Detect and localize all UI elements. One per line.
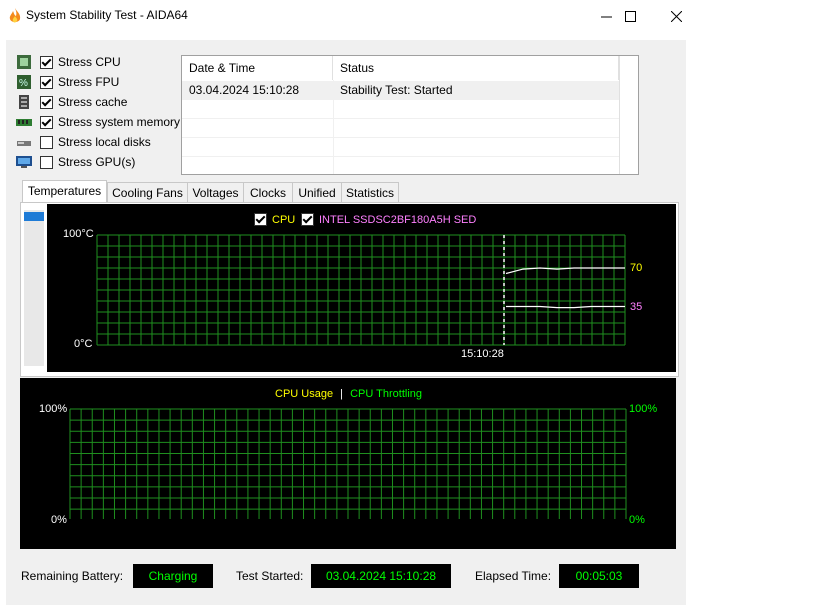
tab-temperatures[interactable]: Temperatures [22, 180, 107, 204]
option-stress-cpu[interactable]: Stress CPU [16, 53, 121, 71]
event-log-list[interactable]: Date & Time Status 03.04.2024 15:10:28 S… [181, 55, 639, 175]
cpu-usage-grid [69, 408, 627, 519]
elapsed-time-label: Elapsed Time: [475, 569, 552, 583]
legend-cpu-label: CPU [272, 213, 296, 226]
right-axis-min-label: 0% [629, 514, 645, 526]
option-stress-fpu[interactable]: % Stress FPU [16, 73, 119, 91]
svg-text:%: % [19, 78, 28, 89]
legend-cpu-usage: CPU Usage [275, 388, 334, 400]
option-label: Stress local disks [58, 135, 151, 149]
memory-icon [16, 119, 32, 126]
window-title: System Stability Test - AIDA64 [26, 8, 188, 22]
temperature-chart-canvas [96, 234, 626, 346]
option-label: Stress system memory [58, 115, 181, 129]
row-divider [182, 156, 619, 157]
maximize-button[interactable] [607, 0, 653, 32]
legend-cpu[interactable]: CPU [254, 213, 295, 226]
disk-icon [17, 141, 31, 146]
x-axis-time-label: 15:10:28 [461, 348, 504, 360]
stress-gpu-checkbox[interactable] [40, 155, 53, 169]
option-stress-cache[interactable]: Stress cache [16, 93, 127, 111]
stress-disks-checkbox[interactable] [40, 135, 53, 149]
usage-legend: CPU Usage | CPU Throttling [275, 388, 422, 400]
column-divider [333, 80, 334, 174]
cpu-value-label: 70 [630, 262, 643, 274]
sensor-scrollbar[interactable] [24, 210, 44, 366]
log-scrollbar[interactable] [619, 56, 638, 174]
tab-cooling-fans[interactable]: Cooling Fans [107, 182, 188, 204]
series-line-cpu [505, 267, 625, 275]
title-bar: System Stability Test - AIDA64 [0, 0, 686, 32]
option-stress-memory[interactable]: Stress system memory [16, 113, 180, 131]
temperature-grid [96, 234, 626, 346]
tab-unified[interactable]: Unified [292, 182, 342, 204]
tab-clocks[interactable]: Clocks [243, 182, 293, 204]
maximize-icon [624, 10, 636, 22]
gpu-icon [16, 156, 32, 168]
sensor-scroll-thumb[interactable] [24, 212, 44, 221]
cpu-usage-chart: CPU Usage | CPU Throttling 100% 0% 100% … [20, 378, 676, 549]
legend-cpu-throttling: CPU Throttling [350, 388, 422, 400]
right-axis-max-label: 100% [629, 403, 658, 415]
stress-fpu-checkbox[interactable] [40, 75, 53, 89]
temperature-chart: CPU INTEL SSDSC2BF180A5H SED 100°C 0°C 1… [47, 204, 676, 372]
tab-statistics[interactable]: Statistics [341, 182, 399, 204]
left-axis-max-label: 100% [39, 403, 68, 415]
table-row[interactable]: 03.04.2024 15:10:28 Stability Test: Star… [182, 81, 619, 100]
legend-cpu-checkbox[interactable] [254, 213, 267, 226]
legend-ssd-label: INTEL SSDSC2BF180A5H SED [319, 213, 477, 226]
elapsed-time-value: 00:05:03 [559, 564, 639, 588]
battery-value: Charging [133, 564, 213, 588]
series-line-ssd [506, 305, 625, 309]
option-stress-gpu[interactable]: Stress GPU(s) [16, 153, 135, 171]
tab-voltages[interactable]: Voltages [187, 182, 244, 204]
ssd-value-label: 35 [630, 301, 643, 313]
option-label: Stress cache [58, 95, 128, 109]
stress-cache-checkbox[interactable] [40, 95, 53, 109]
close-icon [670, 10, 682, 22]
stress-memory-checkbox[interactable] [40, 115, 53, 129]
option-label: Stress FPU [58, 75, 120, 89]
option-stress-disks[interactable]: Stress local disks [16, 133, 151, 151]
aida64-flame-icon [9, 8, 21, 23]
cpu-icon [17, 55, 31, 69]
y-axis-max-label: 100°C [63, 228, 94, 240]
option-label: Stress GPU(s) [58, 155, 136, 169]
column-header-status[interactable]: Status [333, 56, 619, 80]
option-label: Stress CPU [58, 55, 121, 69]
row-status: Stability Test: Started [340, 83, 453, 97]
fpu-icon: % [17, 75, 31, 89]
legend-separator: | [340, 388, 343, 400]
cpu-usage-chart-canvas [69, 408, 627, 519]
cache-icon [19, 95, 29, 109]
battery-label: Remaining Battery: [21, 569, 124, 583]
left-axis-min-label: 0% [51, 514, 67, 526]
y-axis-min-label: 0°C [74, 338, 93, 350]
legend-ssd[interactable]: INTEL SSDSC2BF180A5H SED [301, 213, 476, 226]
close-button[interactable] [653, 0, 699, 32]
column-header-datetime[interactable]: Date & Time [182, 56, 333, 80]
test-started-label: Test Started: [236, 569, 304, 583]
row-divider [182, 137, 619, 138]
test-started-value: 03.04.2024 15:10:28 [311, 564, 451, 588]
row-datetime: 03.04.2024 15:10:28 [189, 83, 300, 97]
legend-ssd-checkbox[interactable] [301, 213, 314, 226]
row-divider [182, 118, 619, 119]
stress-cpu-checkbox[interactable] [40, 55, 53, 69]
